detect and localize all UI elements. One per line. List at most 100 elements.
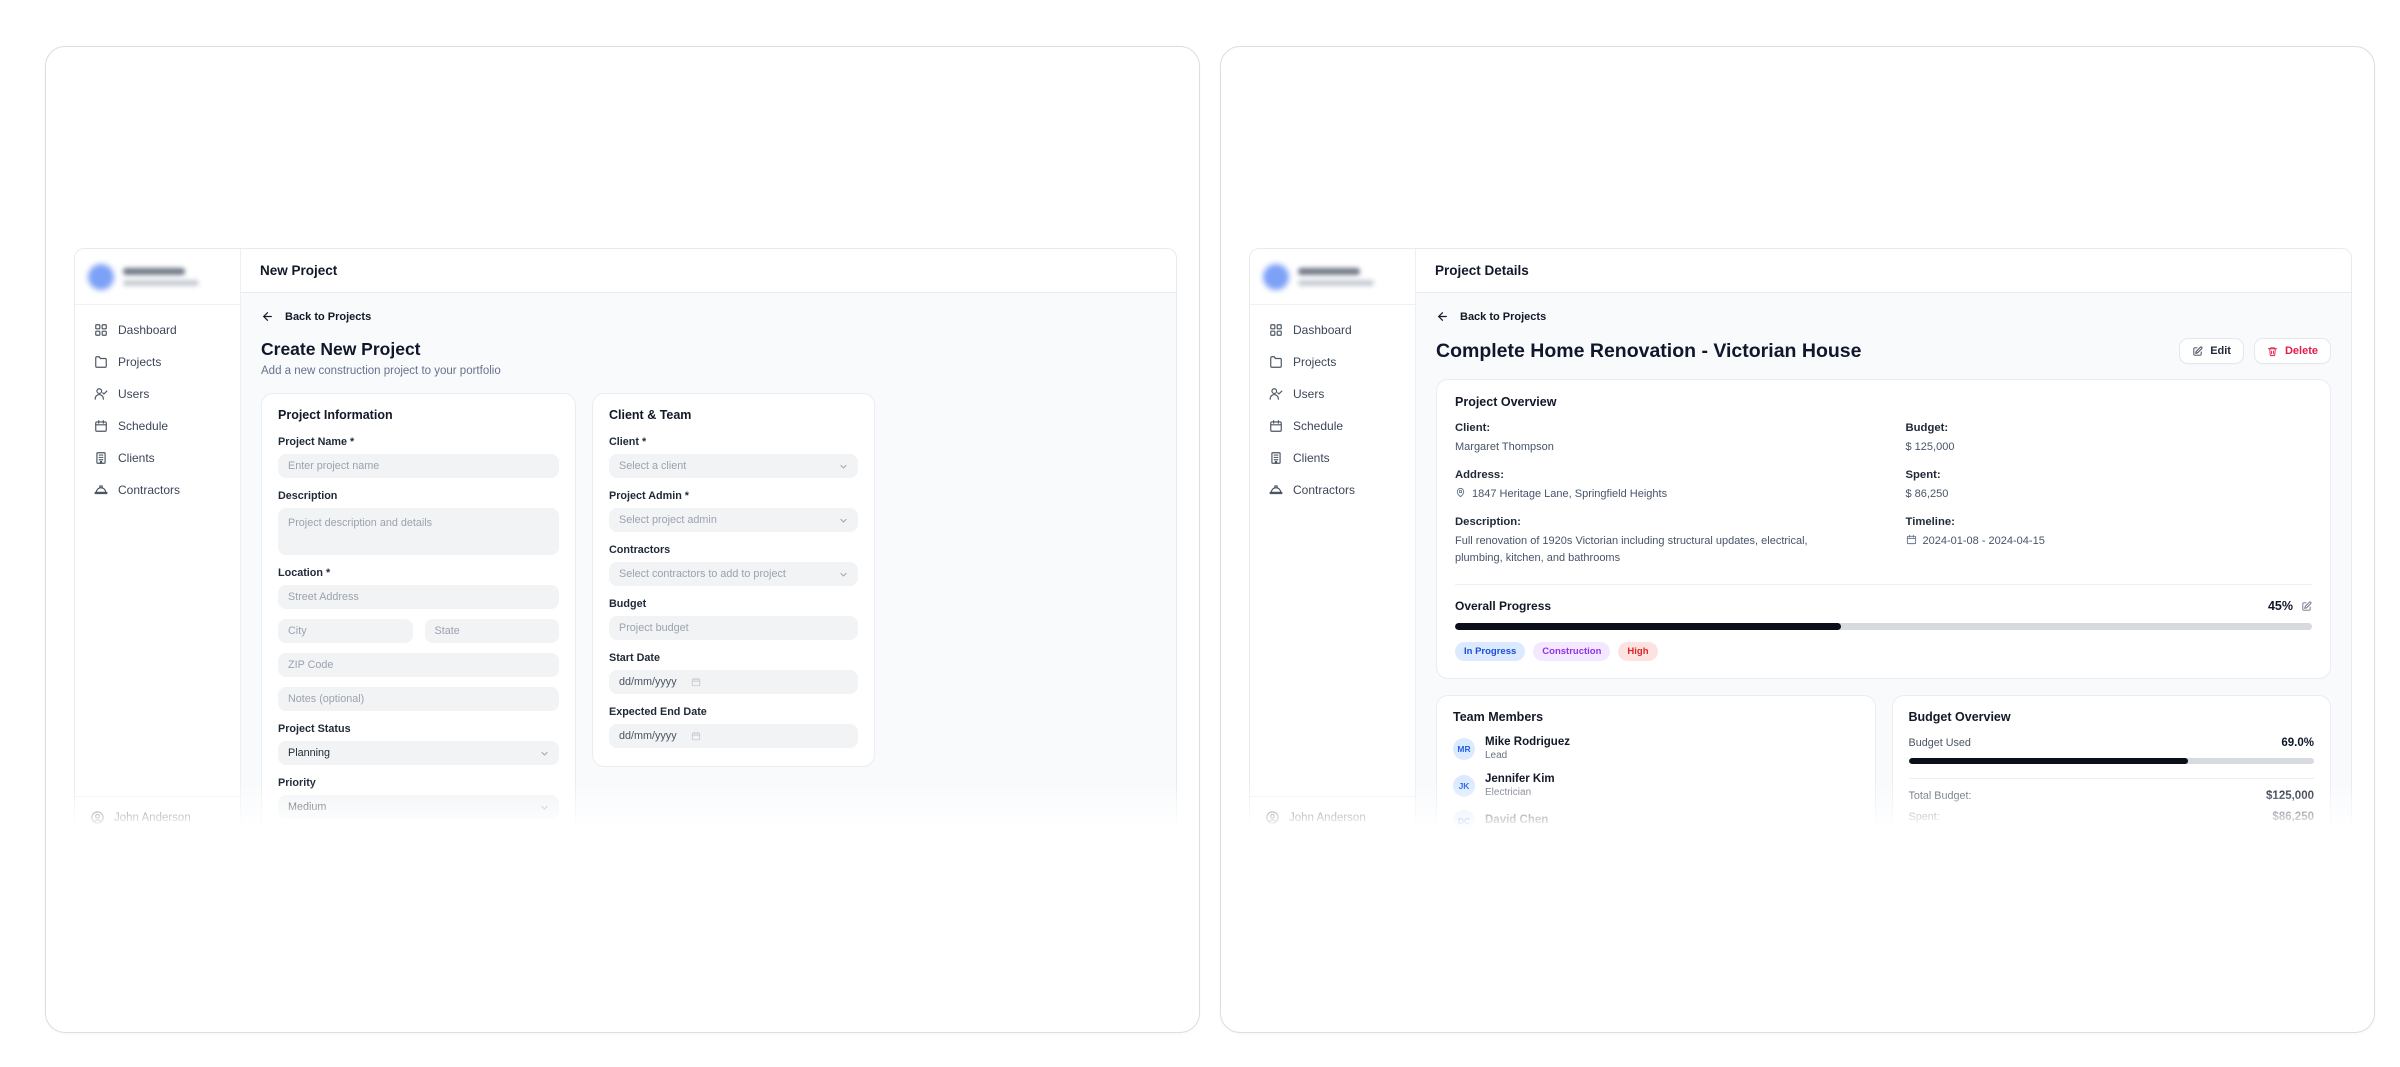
member-name: David Chen [1485,814,1548,826]
end-date-value: dd/mm/yyyy [619,730,677,742]
sidebar-item-clients[interactable]: Clients [85,445,230,471]
sidebar-nav: Dashboard Projects Users Schedule Client… [1250,305,1415,515]
window-title-bar: Project Details [1416,249,2351,293]
project-admin-select[interactable]: Select project admin [609,508,858,532]
sidebar-item-dashboard[interactable]: Dashboard [1260,317,1405,343]
overview-description: Description: Full renovation of 1920s Vi… [1455,516,1862,567]
zip-code-input[interactable] [278,653,559,677]
sidebar-nav: Dashboard Projects Users Schedule Client… [75,305,240,515]
back-to-projects-button[interactable]: Back to Projects [261,310,371,323]
section-title: Project Overview [1455,395,2312,409]
spent-value: $86,250 [2272,811,2314,823]
chevron-down-icon [540,749,549,758]
avatar: DC [1453,810,1475,832]
address-label: Address: [1455,469,1862,481]
member-name: Mike Rodriguez [1485,736,1570,748]
total-budget-label: Total Budget: [1909,790,1972,802]
current-user-name: John Anderson [1289,812,1366,824]
sidebar-item-contractors[interactable]: Contractors [1260,477,1405,503]
budget-label: Budget [609,598,858,610]
project-name-input[interactable] [278,454,559,478]
end-date-label: Expected End Date [609,706,858,718]
folder-icon [94,355,108,369]
phase-badge: Construction [1533,642,1610,661]
budget-input[interactable] [609,616,858,640]
edit-label: Edit [2210,345,2231,357]
calendar-icon [94,419,108,433]
delete-label: Delete [2285,345,2318,357]
expected-end-date-input[interactable]: dd/mm/yyyy [609,724,858,748]
total-budget-value: $125,000 [2266,790,2314,802]
trash-icon [2267,346,2278,357]
contractors-placeholder: Select contractors to add to project [619,568,786,580]
card-title: Project Information [278,408,559,422]
start-date-input[interactable]: dd/mm/yyyy [609,670,858,694]
city-input[interactable] [278,619,413,643]
sidebar-item-schedule[interactable]: Schedule [1260,413,1405,439]
description-textarea[interactable] [278,508,559,555]
overview-left-column: Client: Margaret Thompson Address: 1847 … [1455,409,1862,567]
priority-select[interactable]: Medium [278,795,559,819]
overall-progress-bar [1455,623,2312,630]
client-select[interactable]: Select a client [609,454,858,478]
sidebar-item-users[interactable]: Users [1260,381,1405,407]
sidebar-item-label: Projects [118,355,161,369]
arrow-left-icon [1436,310,1449,323]
priority-badge: High [1618,642,1657,661]
sidebar-item-label: Clients [118,451,155,465]
dashboard-icon [94,323,108,337]
project-status-value: Planning [288,747,330,759]
sidebar-item-label: Dashboard [1293,323,1352,337]
edit-progress-icon[interactable] [2301,601,2312,612]
notes-input[interactable] [278,687,559,711]
sidebar-item-label: Clients [1293,451,1330,465]
overview-spent: Spent: $ 86,250 [1906,469,2313,503]
status-badges: In Progress Construction High [1455,642,2312,661]
calendar-icon [691,731,701,741]
sidebar-item-projects[interactable]: Projects [1260,349,1405,375]
current-user[interactable]: John Anderson [1250,796,1415,838]
project-admin-label: Project Admin * [609,490,858,502]
sidebar-item-schedule[interactable]: Schedule [85,413,230,439]
project-status-select[interactable]: Planning [278,741,559,765]
project-name-label: Project Name * [278,436,559,448]
overview-timeline: Timeline: 2024-01-08 - 2024-04-15 [1906,516,2313,550]
state-input[interactable] [425,619,560,643]
app-new-project: Dashboard Projects Users Schedule Client… [74,248,1177,838]
back-label: Back to Projects [285,311,371,323]
back-to-projects-button[interactable]: Back to Projects [1436,310,1546,323]
priority-label: Priority [278,777,559,789]
contractors-select[interactable]: Select contractors to add to project [609,562,858,586]
current-user[interactable]: John Anderson [75,796,240,838]
budget-used-value: 69.0% [2281,737,2314,749]
hardhat-icon [94,483,108,497]
sidebar-item-label: Projects [1293,355,1336,369]
spent-value: $ 86,250 [1906,486,1949,503]
sidebar-item-contractors[interactable]: Contractors [85,477,230,503]
overall-progress-label: Overall Progress [1455,599,1551,613]
street-address-input[interactable] [278,585,559,609]
start-date-label: Start Date [609,652,858,664]
edit-button[interactable]: Edit [2179,338,2244,364]
folder-icon [1269,355,1283,369]
sidebar-item-clients[interactable]: Clients [1260,445,1405,471]
sidebar-item-dashboard[interactable]: Dashboard [85,317,230,343]
timeline-value: 2024-01-08 - 2024-04-15 [1923,533,2045,550]
arrow-left-icon [261,310,274,323]
project-information-card: Project Information Project Name * Descr… [261,393,576,838]
sidebar-item-users[interactable]: Users [85,381,230,407]
chevron-down-icon [839,570,848,579]
panel-new-project: Dashboard Projects Users Schedule Client… [45,46,1200,1033]
sidebar-item-projects[interactable]: Projects [85,349,230,375]
page-content: Back to Projects Create New Project Add … [241,293,1176,838]
users-icon [94,387,108,401]
building-icon [1269,451,1283,465]
divider [1455,584,2312,585]
budget-used-bar [1909,758,2315,764]
priority-value: Medium [288,801,326,813]
chevron-down-icon [839,516,848,525]
users-icon [1269,387,1283,401]
page-title: Create New Project [261,339,1156,360]
new-project-form: Project Information Project Name * Descr… [261,393,1156,838]
delete-button[interactable]: Delete [2254,338,2331,364]
